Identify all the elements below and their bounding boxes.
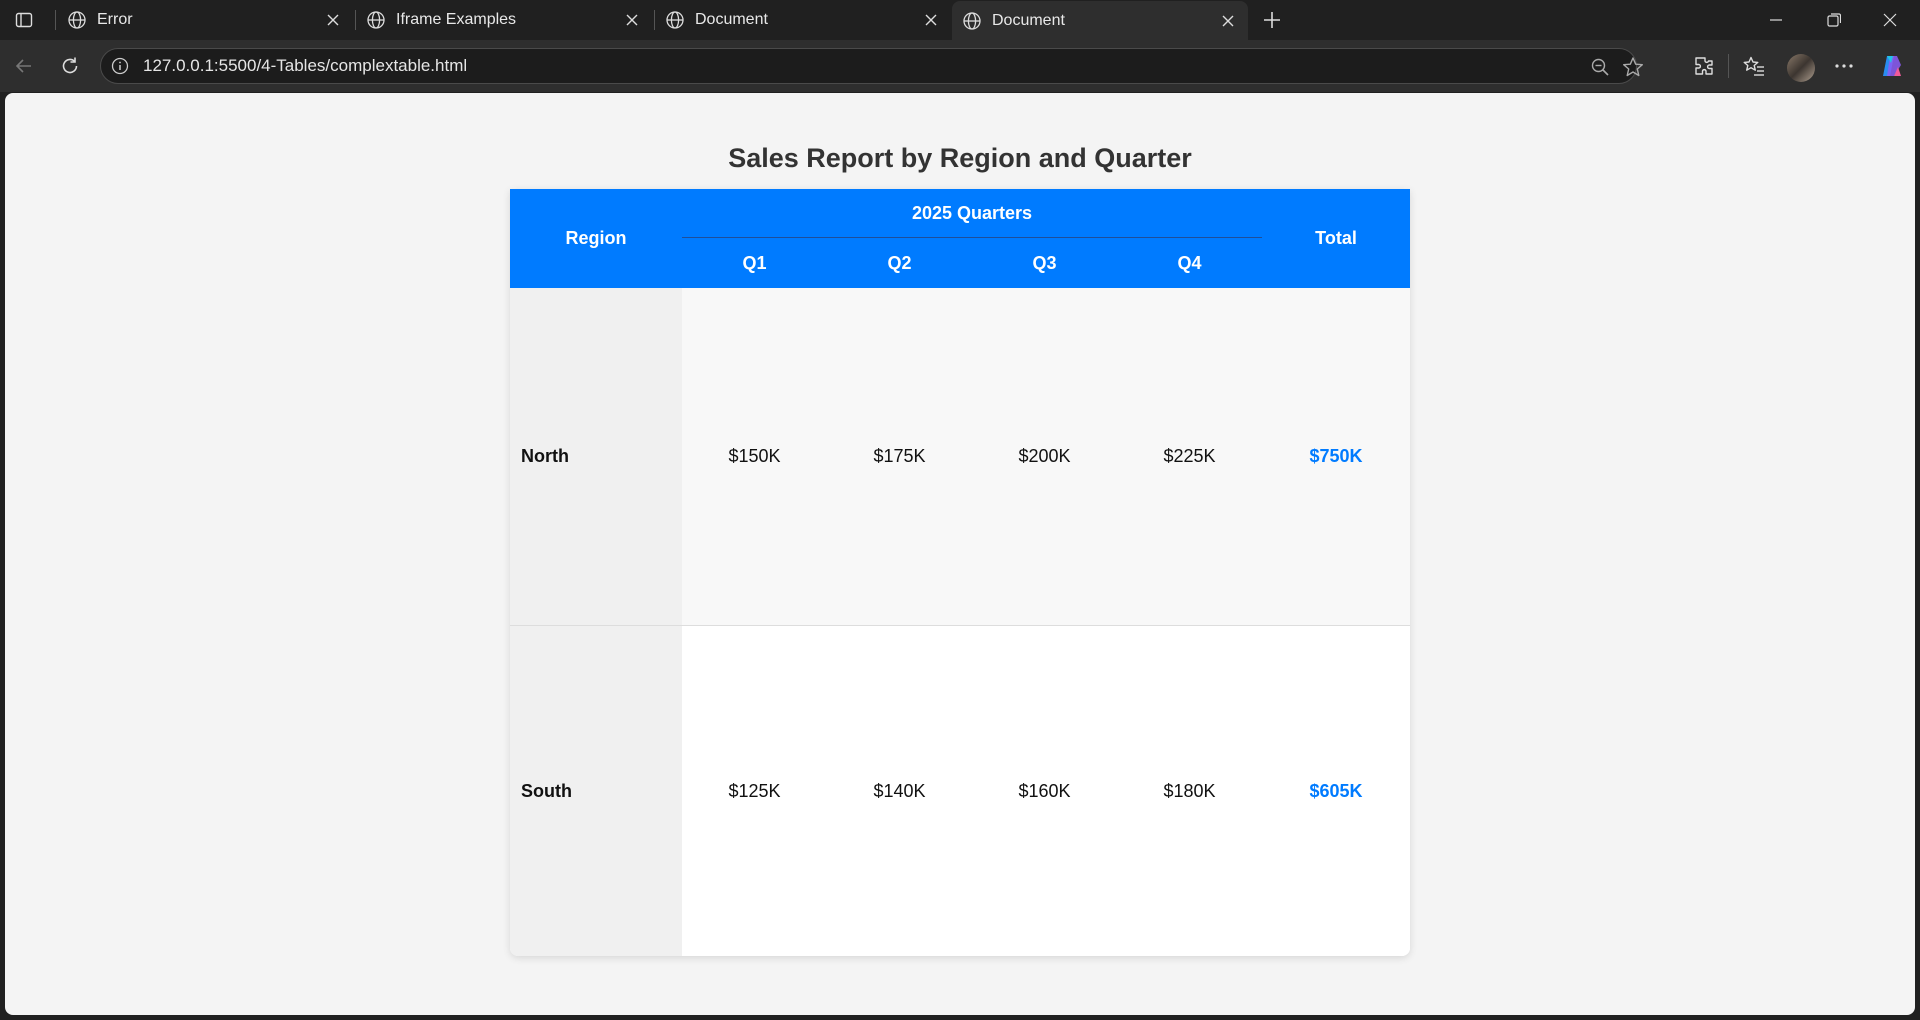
tab-title: Error — [97, 11, 133, 28]
region-cell: South — [510, 625, 682, 956]
close-icon[interactable] — [1216, 9, 1240, 33]
globe-icon — [366, 10, 386, 30]
total-cell: $605K — [1262, 625, 1410, 956]
new-tab-icon[interactable] — [1260, 8, 1284, 32]
tab-iframe-examples[interactable]: Iframe Examples — [356, 0, 652, 40]
value-cell: $200K — [972, 288, 1117, 626]
close-icon[interactable] — [919, 8, 943, 32]
info-icon[interactable] — [111, 57, 129, 75]
quarter-header-q2: Q2 — [827, 238, 972, 288]
tab-document[interactable]: Document — [655, 0, 951, 40]
window-close-icon[interactable] — [1862, 0, 1918, 40]
quarter-header-q4: Q4 — [1117, 238, 1263, 288]
tab-error[interactable]: Error — [57, 0, 353, 40]
total-cell: $750K — [1262, 288, 1410, 626]
tab-title: Document — [992, 12, 1065, 29]
sales-table: Region 2025 Quarters Total Q1 Q2 Q3 Q4 N… — [510, 189, 1410, 956]
table-row: South $125K $140K $160K $180K $605K — [510, 625, 1410, 956]
favorite-star-icon[interactable] — [1622, 56, 1644, 78]
back-arrow-icon[interactable] — [8, 50, 40, 82]
value-cell: $160K — [972, 625, 1117, 956]
restore-icon[interactable] — [1806, 0, 1862, 40]
copilot-icon[interactable] — [1876, 50, 1908, 82]
sidebar-toggle-icon[interactable] — [14, 10, 34, 30]
globe-icon — [67, 10, 87, 30]
globe-icon — [962, 11, 982, 31]
address-bar[interactable]: 127.0.0.1:5500/4-Tables/complextable.htm… — [100, 48, 1643, 84]
value-cell: $140K — [827, 625, 972, 956]
region-header: Region — [510, 189, 682, 288]
value-cell: $150K — [682, 288, 827, 626]
region-cell: North — [510, 288, 682, 626]
quarter-header-q3: Q3 — [972, 238, 1117, 288]
tab-strip: Error Iframe Examples Document Document — [0, 0, 1920, 40]
extensions-icon[interactable] — [1688, 50, 1720, 82]
tab-title: Iframe Examples — [396, 11, 517, 28]
page-viewport: Sales Report by Region and Quarter Regio… — [5, 93, 1915, 1015]
total-header: Total — [1262, 189, 1410, 288]
favorites-icon[interactable] — [1738, 50, 1770, 82]
tab-document-active[interactable]: Document — [952, 1, 1248, 40]
page-title: Sales Report by Region and Quarter — [728, 143, 1192, 173]
quarters-group-header: 2025 Quarters — [682, 189, 1263, 238]
sales-table-container: Region 2025 Quarters Total Q1 Q2 Q3 Q4 N… — [510, 189, 1410, 956]
table-row: North $150K $175K $200K $225K $750K — [510, 288, 1410, 626]
zoom-out-icon[interactable] — [1589, 56, 1611, 78]
refresh-icon[interactable] — [54, 50, 86, 82]
globe-icon — [665, 10, 685, 30]
url-text[interactable]: 127.0.0.1:5500/4-Tables/complextable.htm… — [143, 57, 467, 75]
value-cell: $180K — [1117, 625, 1263, 956]
value-cell: $225K — [1117, 288, 1263, 626]
profile-avatar[interactable] — [1787, 54, 1815, 82]
close-icon[interactable] — [321, 8, 345, 32]
more-menu-icon[interactable] — [1828, 50, 1860, 82]
quarter-header-q1: Q1 — [682, 238, 827, 288]
minimize-icon[interactable] — [1748, 0, 1804, 40]
browser-toolbar: 127.0.0.1:5500/4-Tables/complextable.htm… — [0, 40, 1920, 92]
close-icon[interactable] — [620, 8, 644, 32]
value-cell: $125K — [682, 625, 827, 956]
value-cell: $175K — [827, 288, 972, 626]
tab-title: Document — [695, 11, 768, 28]
